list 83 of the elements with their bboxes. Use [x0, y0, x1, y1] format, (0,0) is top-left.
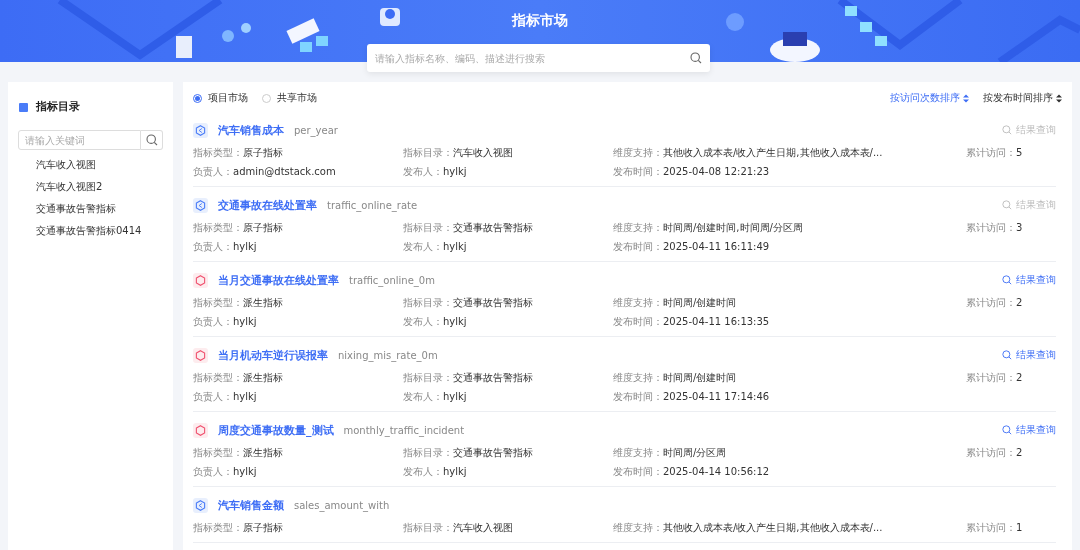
metric-field: 维度支持：时间周/创建时间,时间周/分区周	[613, 221, 803, 235]
metric-code: traffic_online_rate	[327, 199, 418, 211]
metric-field: 负责人：hylkj	[193, 465, 257, 479]
sort-button[interactable]: 按访问次数排序	[890, 91, 969, 105]
metric-field: 指标类型：派生指标	[193, 446, 283, 460]
metric-field: 发布时间：2025-04-11 16:11:49	[613, 240, 770, 254]
metric-search-field[interactable]: 请输入指标名称、编码、描述进行搜索	[367, 44, 710, 72]
page-title: 指标市场	[512, 12, 568, 30]
search-icon	[690, 52, 702, 64]
metric-field: 发布人：hylkj	[403, 240, 467, 254]
metric-name-link[interactable]: 汽车销售金额	[218, 497, 284, 513]
metric-code: sales_amount_with	[294, 499, 390, 511]
metric-field: 累计访问：2	[966, 296, 1023, 310]
metric-field: 指标类型：原子指标	[193, 146, 283, 160]
metric-field: 指标目录：汽车收入视图	[403, 146, 513, 160]
market-radio[interactable]: 共享市场	[262, 91, 317, 105]
metric-field: 指标类型：原子指标	[193, 521, 283, 535]
metric-name-link[interactable]: 交通事故在线处置率	[218, 197, 317, 213]
metric-field: 发布人：hylkj	[403, 465, 467, 479]
metric-field: 指标目录：汽车收入视图	[403, 521, 513, 535]
metric-field: 累计访问：3	[966, 221, 1023, 235]
metric-field: 指标类型：派生指标	[193, 371, 283, 385]
metric-field: 维度支持：时间周/创建时间	[613, 296, 737, 310]
metric-field: 指标类型：原子指标	[193, 221, 283, 235]
search-icon	[1002, 350, 1012, 360]
hexagon-icon	[193, 197, 208, 213]
search-button[interactable]	[141, 130, 163, 150]
result-query-button[interactable]: 结果查询	[1002, 423, 1056, 437]
metric-field: 发布人：hylkj	[403, 165, 467, 179]
metric-field: 指标目录：交通事故告警指标	[403, 446, 533, 460]
catalog-item[interactable]: 汽车收入视图2	[36, 180, 103, 194]
hexagon-icon	[193, 497, 208, 513]
search-icon	[1002, 275, 1012, 285]
metric-field: 维度支持：时间周/分区周	[613, 446, 727, 460]
hexagon-icon	[193, 272, 208, 288]
metric-field: 发布时间：2025-04-08 12:21:23	[613, 165, 770, 179]
sort-caret-icon	[1056, 93, 1062, 103]
metric-code: traffic_online_0m	[349, 274, 435, 286]
result-query-button[interactable]: 结果查询	[1002, 348, 1056, 362]
metric-field: 累计访问：5	[966, 146, 1023, 160]
metric-field: 指标类型：派生指标	[193, 296, 283, 310]
metric-code: nixing_mis_rate_0m	[338, 349, 438, 361]
metric-name-link[interactable]: 周度交通事故数量_测试	[218, 422, 334, 438]
metric-field: 发布人：hylkj	[403, 390, 467, 404]
catalog-item[interactable]: 汽车收入视图	[36, 158, 96, 172]
metric-field: 负责人：hylkj	[193, 390, 257, 404]
metric-field: 维度支持：其他收入成本表/收入产生日期,其他收入成本表/...	[613, 521, 883, 535]
hexagon-icon	[193, 347, 208, 363]
sort-caret-icon	[963, 93, 969, 103]
sidebar-title: 指标目录	[36, 100, 80, 114]
metric-field: 维度支持：其他收入成本表/收入产生日期,其他收入成本表/...	[613, 146, 883, 160]
metric-field: 发布人：hylkj	[403, 315, 467, 329]
hexagon-icon	[193, 122, 208, 138]
metric-field: 指标目录：交通事故告警指标	[403, 221, 533, 235]
metric-name-link[interactable]: 汽车销售成本	[218, 122, 284, 138]
metric-field: 发布时间：2025-04-11 16:13:35	[613, 315, 770, 329]
catalog-item[interactable]: 交通事故告警指标0414	[36, 224, 142, 238]
metric-field: 指标目录：交通事故告警指标	[403, 296, 533, 310]
metric-field: 发布时间：2025-04-14 10:56:12	[613, 465, 770, 479]
metric-field: 发布时间：2025-04-11 17:14:46	[613, 390, 770, 404]
metric-code: per_year	[294, 124, 338, 136]
search-icon	[1002, 125, 1012, 135]
metric-field: 累计访问：1	[966, 521, 1023, 535]
metric-field: 负责人：hylkj	[193, 240, 257, 254]
search-icon	[1002, 200, 1012, 210]
metric-field: 负责人：admin@dtstack.com	[193, 165, 336, 179]
metric-field: 维度支持：时间周/创建时间	[613, 371, 737, 385]
catalog-icon	[19, 102, 28, 112]
metric-field: 指标目录：交通事故告警指标	[403, 371, 533, 385]
metric-field: 负责人：hylkj	[193, 315, 257, 329]
metric-field: 累计访问：2	[966, 371, 1023, 385]
metric-code: monthly_traffic_incident	[343, 424, 465, 436]
metric-field: 累计访问：2	[966, 446, 1023, 460]
search-icon	[1002, 425, 1012, 435]
catalog-item[interactable]: 交通事故告警指标	[36, 202, 116, 216]
search-icon	[145, 134, 158, 146]
metric-name-link[interactable]: 当月机动车逆行误报率	[218, 347, 328, 363]
hexagon-icon	[193, 422, 208, 438]
metric-name-link[interactable]: 当月交通事故在线处置率	[218, 272, 339, 288]
market-radio[interactable]: 项目市场	[193, 91, 248, 105]
keyword-search-field[interactable]: 请输入关键词	[18, 130, 141, 150]
sort-button[interactable]: 按发布时间排序	[983, 91, 1062, 105]
result-query-button[interactable]: 结果查询	[1002, 273, 1056, 287]
